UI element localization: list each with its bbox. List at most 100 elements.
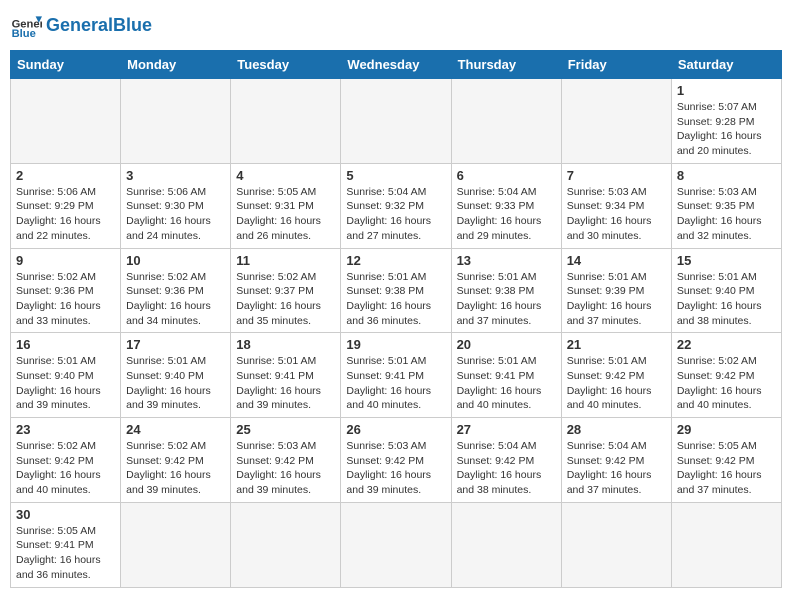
day-info: Sunrise: 5:01 AMSunset: 9:41 PMDaylight:… [236, 354, 335, 413]
calendar-cell: 20 Sunrise: 5:01 AMSunset: 9:41 PMDayligh… [451, 333, 561, 418]
day-info: Sunrise: 5:01 AMSunset: 9:38 PMDaylight:… [346, 270, 445, 329]
day-number: 4 [236, 168, 335, 183]
day-info: Sunrise: 5:01 AMSunset: 9:42 PMDaylight:… [567, 354, 666, 413]
day-number: 1 [677, 83, 776, 98]
calendar-cell: 1 Sunrise: 5:07 AMSunset: 9:28 PMDaylight… [671, 79, 781, 164]
calendar-cell [121, 79, 231, 164]
calendar-table: SundayMondayTuesdayWednesdayThursdayFrid… [10, 50, 782, 588]
day-info: Sunrise: 5:02 AMSunset: 9:36 PMDaylight:… [16, 270, 115, 329]
calendar-cell: 22 Sunrise: 5:02 AMSunset: 9:42 PMDayligh… [671, 333, 781, 418]
day-info: Sunrise: 5:01 AMSunset: 9:38 PMDaylight:… [457, 270, 556, 329]
week-row-6: 30Sunrise: 5:05 AMSunset: 9:41 PMDayligh… [11, 502, 782, 587]
calendar-cell: 29 Sunrise: 5:05 AMSunset: 9:42 PMDayligh… [671, 418, 781, 503]
week-row-3: 9 Sunrise: 5:02 AMSunset: 9:36 PMDaylight… [11, 248, 782, 333]
day-number: 14 [567, 253, 666, 268]
calendar-cell: 8 Sunrise: 5:03 AMSunset: 9:35 PMDaylight… [671, 163, 781, 248]
weekday-header-row: SundayMondayTuesdayWednesdayThursdayFrid… [11, 51, 782, 79]
day-info: Sunrise: 5:02 AMSunset: 9:42 PMDaylight:… [677, 354, 776, 413]
calendar-cell: 13Sunrise: 5:01 AMSunset: 9:38 PMDayligh… [451, 248, 561, 333]
calendar-cell: 7Sunrise: 5:03 AMSunset: 9:34 PMDaylight… [561, 163, 671, 248]
day-info: Sunrise: 5:02 AMSunset: 9:42 PMDaylight:… [126, 439, 225, 498]
calendar-cell: 12 Sunrise: 5:01 AMSunset: 9:38 PMDayligh… [341, 248, 451, 333]
logo-icon: General Blue [10, 10, 42, 42]
day-number: 6 [457, 168, 556, 183]
day-info: Sunrise: 5:07 AMSunset: 9:28 PMDaylight:… [677, 100, 776, 159]
calendar-cell: 19 Sunrise: 5:01 AMSunset: 9:41 PMDayligh… [341, 333, 451, 418]
weekday-header-saturday: Saturday [671, 51, 781, 79]
calendar-cell [11, 79, 121, 164]
calendar-cell [561, 502, 671, 587]
day-number: 17 [126, 337, 225, 352]
day-info: Sunrise: 5:03 AMSunset: 9:35 PMDaylight:… [677, 185, 776, 244]
day-number: 15 [677, 253, 776, 268]
calendar-cell [561, 79, 671, 164]
day-number: 3 [126, 168, 225, 183]
day-number: 18 [236, 337, 335, 352]
calendar-cell [341, 79, 451, 164]
day-info: Sunrise: 5:02 AMSunset: 9:37 PMDaylight:… [236, 270, 335, 329]
day-info: Sunrise: 5:02 AMSunset: 9:36 PMDaylight:… [126, 270, 225, 329]
calendar-cell: 9 Sunrise: 5:02 AMSunset: 9:36 PMDaylight… [11, 248, 121, 333]
day-info: Sunrise: 5:01 AMSunset: 9:40 PMDaylight:… [16, 354, 115, 413]
day-number: 8 [677, 168, 776, 183]
day-number: 29 [677, 422, 776, 437]
weekday-header-tuesday: Tuesday [231, 51, 341, 79]
week-row-1: 1 Sunrise: 5:07 AMSunset: 9:28 PMDaylight… [11, 79, 782, 164]
calendar-cell: 4Sunrise: 5:05 AMSunset: 9:31 PMDaylight… [231, 163, 341, 248]
day-info: Sunrise: 5:01 AMSunset: 9:40 PMDaylight:… [677, 270, 776, 329]
day-number: 20 [457, 337, 556, 352]
page-header: General Blue GeneralBlue [10, 10, 782, 42]
day-number: 27 [457, 422, 556, 437]
calendar-header: SundayMondayTuesdayWednesdayThursdayFrid… [11, 51, 782, 79]
calendar-cell: 23 Sunrise: 5:02 AMSunset: 9:42 PMDayligh… [11, 418, 121, 503]
calendar-cell: 26Sunrise: 5:03 AMSunset: 9:42 PMDayligh… [341, 418, 451, 503]
calendar-cell [231, 502, 341, 587]
logo: General Blue GeneralBlue [10, 10, 152, 42]
calendar-cell [341, 502, 451, 587]
day-info: Sunrise: 5:03 AMSunset: 9:34 PMDaylight:… [567, 185, 666, 244]
week-row-4: 16Sunrise: 5:01 AMSunset: 9:40 PMDayligh… [11, 333, 782, 418]
calendar-cell: 24 Sunrise: 5:02 AMSunset: 9:42 PMDayligh… [121, 418, 231, 503]
weekday-header-sunday: Sunday [11, 51, 121, 79]
calendar-cell: 6 Sunrise: 5:04 AMSunset: 9:33 PMDaylight… [451, 163, 561, 248]
day-number: 28 [567, 422, 666, 437]
calendar-cell: 2Sunrise: 5:06 AMSunset: 9:29 PMDaylight… [11, 163, 121, 248]
calendar-cell [231, 79, 341, 164]
calendar-cell: 18 Sunrise: 5:01 AMSunset: 9:41 PMDayligh… [231, 333, 341, 418]
calendar-cell: 27 Sunrise: 5:04 AMSunset: 9:42 PMDayligh… [451, 418, 561, 503]
calendar-cell [671, 502, 781, 587]
calendar-cell: 15 Sunrise: 5:01 AMSunset: 9:40 PMDayligh… [671, 248, 781, 333]
day-info: Sunrise: 5:01 AMSunset: 9:41 PMDaylight:… [346, 354, 445, 413]
calendar-cell: 30Sunrise: 5:05 AMSunset: 9:41 PMDayligh… [11, 502, 121, 587]
day-number: 12 [346, 253, 445, 268]
weekday-header-wednesday: Wednesday [341, 51, 451, 79]
day-number: 9 [16, 253, 115, 268]
calendar-cell: 14 Sunrise: 5:01 AMSunset: 9:39 PMDayligh… [561, 248, 671, 333]
day-info: Sunrise: 5:04 AMSunset: 9:42 PMDaylight:… [567, 439, 666, 498]
week-row-5: 23 Sunrise: 5:02 AMSunset: 9:42 PMDayligh… [11, 418, 782, 503]
weekday-header-thursday: Thursday [451, 51, 561, 79]
calendar-cell [451, 502, 561, 587]
day-info: Sunrise: 5:05 AMSunset: 9:42 PMDaylight:… [677, 439, 776, 498]
day-info: Sunrise: 5:01 AMSunset: 9:41 PMDaylight:… [457, 354, 556, 413]
day-info: Sunrise: 5:06 AMSunset: 9:30 PMDaylight:… [126, 185, 225, 244]
day-info: Sunrise: 5:02 AMSunset: 9:42 PMDaylight:… [16, 439, 115, 498]
day-number: 10 [126, 253, 225, 268]
calendar-cell: 17Sunrise: 5:01 AMSunset: 9:40 PMDayligh… [121, 333, 231, 418]
day-number: 22 [677, 337, 776, 352]
logo-text: GeneralBlue [46, 16, 152, 36]
day-number: 24 [126, 422, 225, 437]
weekday-header-friday: Friday [561, 51, 671, 79]
svg-text:Blue: Blue [12, 28, 36, 40]
day-number: 5 [346, 168, 445, 183]
day-number: 19 [346, 337, 445, 352]
day-info: Sunrise: 5:04 AMSunset: 9:33 PMDaylight:… [457, 185, 556, 244]
day-number: 26 [346, 422, 445, 437]
day-number: 25 [236, 422, 335, 437]
day-info: Sunrise: 5:04 AMSunset: 9:32 PMDaylight:… [346, 185, 445, 244]
day-info: Sunrise: 5:04 AMSunset: 9:42 PMDaylight:… [457, 439, 556, 498]
day-info: Sunrise: 5:01 AMSunset: 9:39 PMDaylight:… [567, 270, 666, 329]
day-number: 23 [16, 422, 115, 437]
calendar-cell [451, 79, 561, 164]
calendar-cell: 28 Sunrise: 5:04 AMSunset: 9:42 PMDayligh… [561, 418, 671, 503]
